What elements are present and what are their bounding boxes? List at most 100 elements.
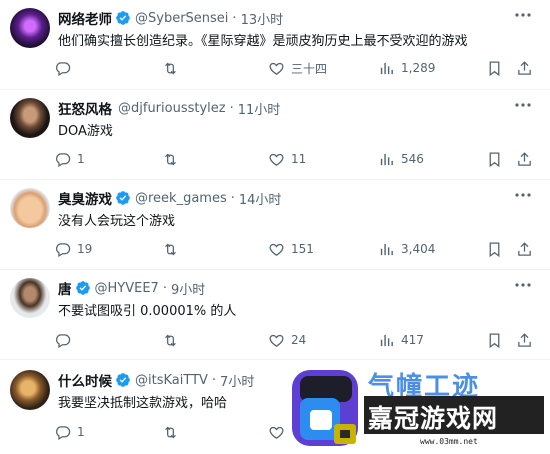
avatar[interactable] [10,188,50,228]
like-button[interactable]: 151 [268,239,314,259]
views-button[interactable]: 546 [378,149,424,169]
bookmark-icon [489,151,500,167]
reply-button[interactable]: 1 [54,149,85,169]
like-count: 11 [291,152,307,166]
tweet-header: 什么时候 @itsKaiTTV · 7小时 [58,370,254,391]
reply-button[interactable]: 19 [54,239,92,259]
avatar[interactable] [10,278,50,318]
reply-button[interactable] [54,58,77,78]
bookmark-icon [489,60,500,76]
timestamp[interactable]: 13小时 [241,9,284,28]
verified-badge-icon [116,373,130,387]
view-count: 417 [401,333,424,347]
separator: · [232,10,237,26]
like-button[interactable]: 三十四 [268,58,327,78]
action-bar: 1 11 546 [54,149,534,169]
share-button[interactable] [516,239,539,259]
author-name[interactable]: 网络老师 [58,8,112,28]
site-watermark: 气幢工迹 嘉冠游戏网 www.03mm.net [290,366,548,452]
tweet[interactable]: 唐 @HYVEE7 · 9小时 不要试图吸引 0.00001% 的人 24 41… [0,270,550,360]
tweet[interactable]: 狂怒风格 @djfuriousstylez · 11小时 DOA游戏 1 11 … [0,90,550,180]
reply-icon [56,242,71,257]
heart-icon [269,334,284,347]
repost-icon [165,62,176,74]
action-bar: 19 151 3,404 [54,239,534,259]
share-button[interactable] [516,330,539,350]
tweet-text: DOA游戏 [58,124,113,139]
author-handle[interactable]: @HYVEE7 [95,281,159,296]
share-icon [518,151,531,166]
more-options-icon[interactable] [514,192,532,198]
like-count: 151 [291,242,314,256]
reply-icon [56,333,71,348]
author-handle[interactable]: @itsKaiTTV [135,373,208,388]
author-name[interactable]: 狂怒风格 [58,98,112,118]
avatar[interactable] [10,370,50,410]
tweet[interactable]: 网络老师 @SyberSensei · 13小时 他们确实擅长创造纪录。《星际穿… [0,0,550,90]
bookmark-button[interactable] [486,149,509,169]
timestamp[interactable]: 14小时 [239,189,282,208]
like-button[interactable]: 11 [268,149,306,169]
more-options-icon[interactable] [514,12,532,18]
analytics-icon [380,153,393,165]
tweet-text: 不要试图吸引 0.00001% 的人 [58,304,237,319]
like-count: 三十四 [291,61,328,76]
author-name[interactable]: 什么时候 [58,370,112,390]
views-button[interactable]: 3,404 [378,239,435,259]
tweet[interactable]: 臭臭游戏 @reek_games · 14小时 没有人会玩这个游戏 19 151… [0,180,550,270]
heart-icon [269,62,284,75]
view-count: 1,289 [401,61,436,75]
tweet-text: 我要坚决抵制这款游戏，哈哈 [58,396,228,411]
heart-icon [269,153,284,166]
like-count: 24 [291,333,307,347]
analytics-icon [380,62,393,74]
reply-button[interactable]: 1 [54,422,85,442]
timestamp[interactable]: 11小时 [238,99,281,118]
verified-badge-icon [116,191,130,205]
tweet-header: 臭臭游戏 @reek_games · 14小时 [58,188,282,209]
share-icon [518,241,531,256]
more-options-icon[interactable] [514,282,532,288]
bookmark-button[interactable] [486,58,509,78]
analytics-icon [380,334,393,346]
avatar[interactable] [10,8,50,48]
watermark-logo-icon [292,370,358,446]
author-handle[interactable]: @reek_games [135,191,227,206]
reply-icon [56,61,71,76]
timestamp[interactable]: 7小时 [220,371,254,390]
reply-count: 1 [77,425,85,439]
repost-icon [165,243,176,255]
like-button[interactable] [268,422,291,442]
author-name[interactable]: 臭臭游戏 [58,188,112,208]
separator: · [230,190,235,206]
bookmark-button[interactable] [486,330,509,350]
reply-button[interactable] [54,330,77,350]
share-button[interactable] [516,58,539,78]
like-button[interactable]: 24 [268,330,306,350]
bookmark-icon [489,332,500,348]
repost-button[interactable] [162,330,185,350]
bookmark-button[interactable] [486,239,509,259]
reply-icon [56,425,71,440]
author-handle[interactable]: @djfuriousstylez [118,101,226,116]
heart-icon [269,426,284,439]
repost-button[interactable] [162,239,185,259]
author-handle[interactable]: @SyberSensei [135,11,228,26]
more-options-icon[interactable] [514,102,532,108]
reply-count: 19 [77,242,93,256]
timestamp[interactable]: 9小时 [171,279,205,298]
repost-button[interactable] [162,149,185,169]
repost-button[interactable] [162,58,185,78]
views-button[interactable]: 1,289 [378,58,435,78]
analytics-icon [380,243,393,255]
views-button[interactable]: 417 [378,330,424,350]
tweet-text: 他们确实擅长创造纪录。《星际穿越》是顽皮狗历史上最不受欢迎的游戏 [58,34,468,49]
heart-icon [269,243,284,256]
author-name[interactable]: 唐 [58,278,72,298]
avatar[interactable] [10,98,50,138]
share-button[interactable] [516,149,539,169]
tweet-header: 唐 @HYVEE7 · 9小时 [58,278,205,299]
repost-icon [165,426,176,438]
tweet-text: 没有人会玩这个游戏 [58,214,176,229]
repost-button[interactable] [162,422,185,442]
